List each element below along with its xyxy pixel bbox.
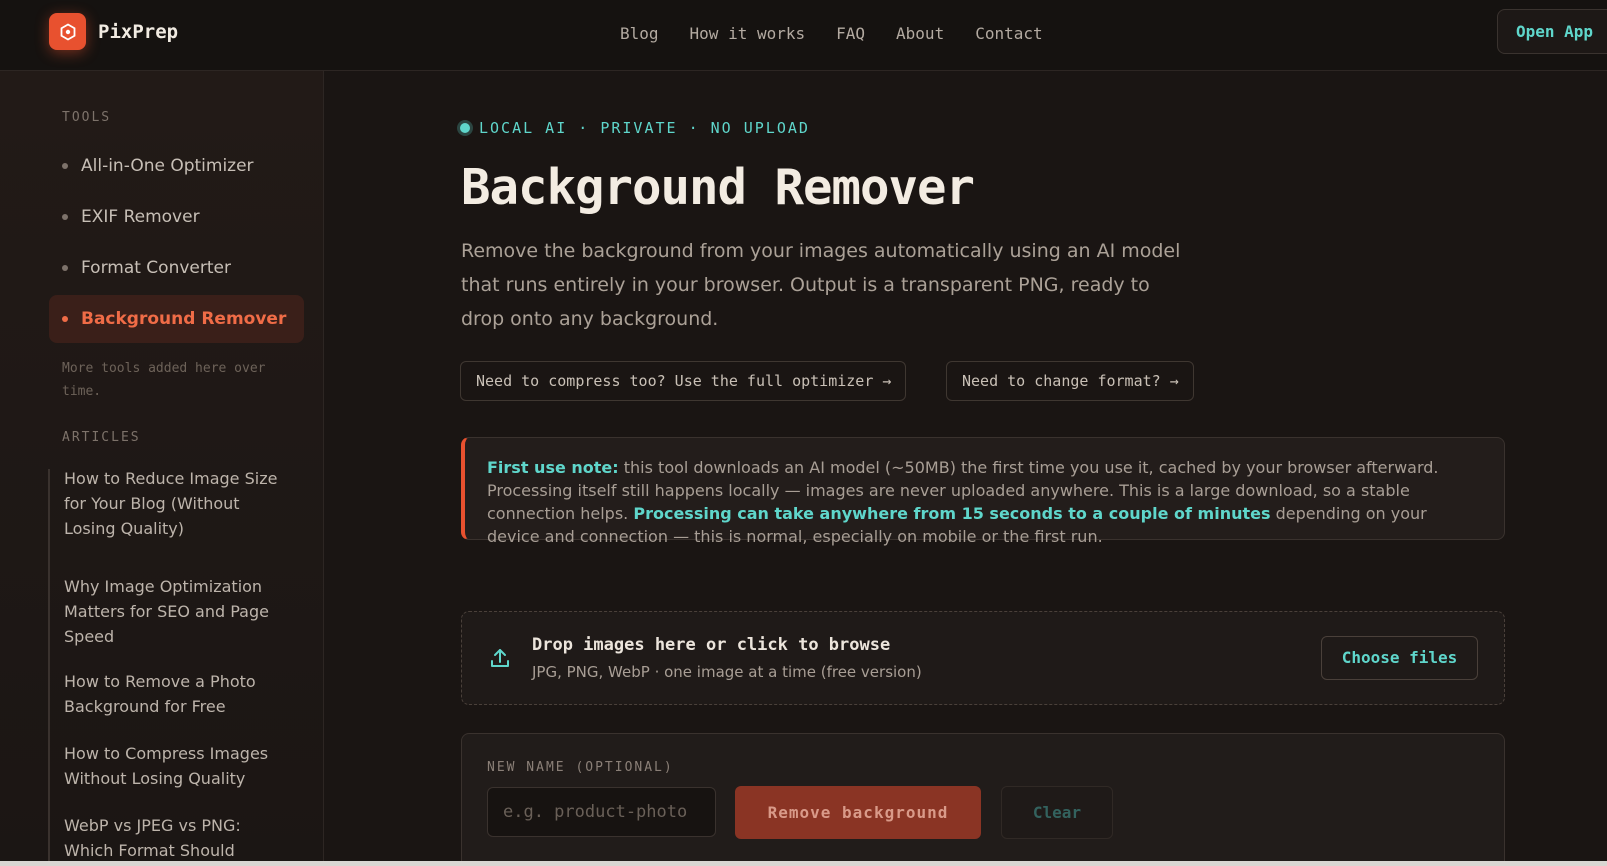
new-name-label: NEW NAME (OPTIONAL) [487, 760, 674, 775]
nav-blog[interactable]: Blog [620, 24, 659, 43]
status-dot-icon [460, 123, 470, 133]
note-highlight: Processing can take anywhere from 15 sec… [633, 504, 1271, 523]
sidebar-item-exif-remover[interactable]: EXIF Remover [49, 193, 304, 241]
article-link-webp-vs-jpeg-vs-png[interactable]: WebP vs JPEG vs PNG: Which Format Should [64, 813, 289, 863]
sidebar-item-label: Background Remover [81, 309, 287, 329]
sidebar-item-label: EXIF Remover [81, 207, 200, 227]
bullet-icon [62, 214, 68, 220]
remove-background-button[interactable]: Remove background [735, 786, 981, 839]
articles-heading: ARTICLES [62, 430, 141, 445]
page-title: Background Remover [461, 159, 975, 216]
open-app-button[interactable]: Open App [1497, 9, 1607, 54]
choose-files-button[interactable]: Choose files [1321, 636, 1478, 680]
main-nav: Blog How it works FAQ About Contact [620, 24, 1074, 43]
tools-heading: TOOLS [62, 110, 112, 125]
articles-rail [48, 469, 50, 866]
change-format-link[interactable]: Need to change format? → [946, 361, 1194, 401]
bullet-icon [62, 163, 68, 169]
article-link-remove-photo-background[interactable]: How to Remove a Photo Background for Fre… [64, 669, 289, 719]
note-lead: First use note: [487, 458, 619, 477]
article-link-compress-images[interactable]: How to Compress Images Without Losing Qu… [64, 741, 289, 791]
top-header: PixPrep Blog How it works FAQ About Cont… [0, 0, 1607, 71]
brand-name: PixPrep [98, 20, 179, 43]
first-use-note: First use note: this tool downloads an A… [461, 437, 1505, 546]
sidebar-item-background-remover[interactable]: Background Remover [49, 295, 304, 343]
dropzone-title: Drop images here or click to browse [532, 635, 891, 655]
brand-logo[interactable]: PixPrep [49, 13, 178, 50]
sidebar-item-format-converter[interactable]: Format Converter [49, 244, 304, 292]
article-link-reduce-image-size[interactable]: How to Reduce Image Size for Your Blog (… [64, 466, 289, 541]
window-bottom-edge [0, 861, 1607, 866]
new-name-input[interactable] [487, 787, 716, 837]
dropzone-subtitle: JPG, PNG, WebP · one image at a time (fr… [532, 663, 922, 681]
hexagon-icon [49, 13, 86, 50]
processing-form: NEW NAME (OPTIONAL) Remove background Cl… [461, 733, 1505, 866]
main-content: LOCAL AI · PRIVATE · NO UPLOAD Backgroun… [325, 71, 1607, 866]
bullet-icon [62, 316, 68, 322]
privacy-badge: LOCAL AI · PRIVATE · NO UPLOAD [460, 119, 810, 137]
article-link-image-optimization-seo[interactable]: Why Image Optimization Matters for SEO a… [64, 574, 289, 649]
nav-how-it-works[interactable]: How it works [690, 24, 806, 43]
compress-optimizer-link[interactable]: Need to compress too? Use the full optim… [460, 361, 907, 401]
badge-text: LOCAL AI · PRIVATE · NO UPLOAD [479, 119, 810, 137]
bullet-icon [62, 265, 68, 271]
nav-contact[interactable]: Contact [975, 24, 1042, 43]
nav-about[interactable]: About [896, 24, 944, 43]
sidebar-item-label: All-in-One Optimizer [81, 156, 254, 176]
sidebar-note: More tools added here over time. [62, 361, 266, 399]
sidebar-item-all-in-one-optimizer[interactable]: All-in-One Optimizer [49, 142, 304, 190]
clear-button[interactable]: Clear [1001, 786, 1113, 839]
upload-icon [489, 647, 511, 673]
page-description: Remove the background from your images a… [461, 240, 1181, 330]
file-dropzone[interactable]: Drop images here or click to browse JPG,… [461, 611, 1505, 705]
sidebar-item-label: Format Converter [81, 258, 231, 278]
nav-faq[interactable]: FAQ [836, 24, 865, 43]
sidebar: TOOLS All-in-One Optimizer EXIF Remover … [0, 71, 324, 866]
